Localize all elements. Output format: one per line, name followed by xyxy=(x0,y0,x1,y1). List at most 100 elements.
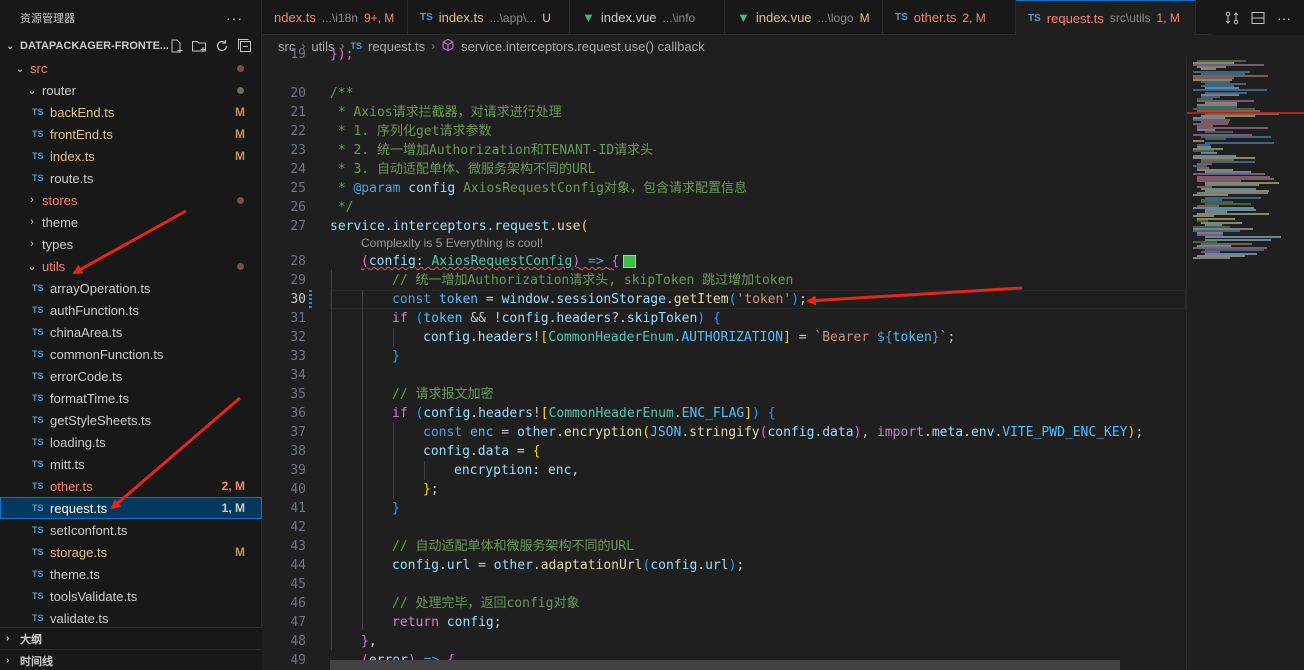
status-dot xyxy=(237,86,244,94)
refresh-icon[interactable] xyxy=(214,38,230,54)
code-line-28: (config: AxiosRequestConfig) => { xyxy=(361,252,637,271)
tree-item-label: index.ts xyxy=(50,148,95,164)
tab-index-vue[interactable]: ▼ index.vue ...\info xyxy=(570,0,725,35)
line-number: 48 xyxy=(290,634,306,649)
new-folder-icon[interactable] xyxy=(191,38,207,54)
codelens-complexity[interactable]: Complexity is 5 Everything is cool! xyxy=(361,236,543,250)
tree-item-label: commonFunction.ts xyxy=(50,346,164,362)
tree-item-label: theme xyxy=(42,214,79,230)
file-item-frontend-ts[interactable]: TS frontEnd.ts M xyxy=(0,123,262,145)
line-number: 37 xyxy=(290,425,306,440)
folder-item-router[interactable]: ⌄ router xyxy=(0,79,262,101)
status-dot xyxy=(237,262,244,270)
new-file-icon[interactable] xyxy=(168,38,184,54)
breadcrumb-symbol[interactable]: service.interceptors.request.use() callb… xyxy=(461,39,705,54)
tree-item-label: getStyleSheets.ts xyxy=(50,412,152,428)
project-header[interactable]: ⌄ DATAPACKAGER-FRONTE... xyxy=(0,35,261,57)
line-number: 30 xyxy=(290,292,306,307)
color-swatch[interactable] xyxy=(623,255,637,268)
tab-path: ...\i18n xyxy=(321,10,358,25)
file-item-backend-ts[interactable]: TS backEnd.ts M xyxy=(0,101,262,123)
file-item-formattime-ts[interactable]: TS formatTime.ts xyxy=(0,387,262,409)
file-item-request-ts[interactable]: TS request.ts 1, M xyxy=(0,497,262,519)
folder-item-stores[interactable]: › stores xyxy=(0,189,262,211)
code-line-48: }, xyxy=(361,634,377,649)
line-number: 49 xyxy=(290,653,306,668)
tree-item-label: route.ts xyxy=(50,170,94,186)
indent-guide xyxy=(424,461,425,480)
file-item-chinaarea-ts[interactable]: TS chinaArea.ts xyxy=(0,321,262,343)
line-number: 47 xyxy=(290,615,306,630)
chevron-right-icon: › xyxy=(30,194,34,206)
line-number: 42 xyxy=(290,520,306,535)
file-tree: ⌄ src ⌄ router TS backEnd.ts M TS frontEnd.ts M TS… xyxy=(0,57,262,627)
typescript-file-icon: TS xyxy=(32,569,44,579)
typescript-file-icon: TS xyxy=(32,173,44,183)
tab-ndex-ts[interactable]: ndex.ts ...\i18n 9+, M xyxy=(262,0,408,35)
timeline-section[interactable]: › 时间线 xyxy=(0,649,262,670)
ellipsis-icon[interactable]: ··· xyxy=(226,10,243,26)
horizontal-scrollbar[interactable] xyxy=(330,660,1120,670)
more-actions-icon[interactable]: ··· xyxy=(1276,10,1292,26)
tab-index-ts[interactable]: TS index.ts ...\app\... U xyxy=(408,0,570,35)
chevron-right-icon: › xyxy=(431,39,436,53)
tab-request-ts[interactable]: TS request.ts src\utils 1, M xyxy=(1016,0,1196,35)
collapse-all-icon[interactable] xyxy=(237,38,253,54)
line-number: 23 xyxy=(290,143,306,158)
outline-section[interactable]: › 大纲 xyxy=(0,627,262,649)
file-item-mitt-ts[interactable]: TS mitt.ts xyxy=(0,453,262,475)
code-line-25: * @param config AxiosRequestConfig对象，包含请… xyxy=(330,181,747,196)
code-line-31: if (token && !config.headers?.skipToken)… xyxy=(392,311,721,326)
source-control-compare-icon[interactable] xyxy=(1224,10,1240,26)
tab-path: src\utils xyxy=(1109,11,1151,25)
line-number: 19 xyxy=(290,47,306,62)
tab-status: 1, M xyxy=(1156,11,1180,25)
typescript-file-icon: TS xyxy=(32,481,44,491)
line-number: 36 xyxy=(290,406,306,421)
tab-index-vue[interactable]: ▼ index.vue ...\logo M xyxy=(725,0,883,35)
typescript-file-icon: TS xyxy=(32,591,44,601)
code-line-30: const token = window.sessionStorage.getI… xyxy=(392,292,807,307)
file-item-commonfunction-ts[interactable]: TS commonFunction.ts xyxy=(0,343,262,365)
indent-guide xyxy=(362,290,363,630)
file-item-other-ts[interactable]: TS other.ts 2, M xyxy=(0,475,262,497)
vue-file-icon: ▼ xyxy=(582,10,595,25)
typescript-file-icon: TS xyxy=(32,371,44,381)
tree-item-label: formatTime.ts xyxy=(50,390,129,406)
code-line-22: * 1. 序列化get请求参数 xyxy=(330,124,492,139)
file-item-getstylesheets-ts[interactable]: TS getStyleSheets.ts xyxy=(0,409,262,431)
file-item-storage-ts[interactable]: TS storage.ts M xyxy=(0,541,262,563)
file-item-arrayoperation-ts[interactable]: TS arrayOperation.ts xyxy=(0,277,262,299)
typescript-file-icon: TS xyxy=(32,415,44,425)
typescript-file-icon: TS xyxy=(32,547,44,557)
folder-item-types[interactable]: › types xyxy=(0,233,262,255)
file-item-errorcode-ts[interactable]: TS errorCode.ts xyxy=(0,365,262,387)
code-line-37: const enc = other.encryption(JSON.string… xyxy=(423,425,1144,440)
file-item-route-ts[interactable]: TS route.ts xyxy=(0,167,262,189)
project-name: DATAPACKAGER-FRONTE... xyxy=(20,40,168,52)
typescript-file-icon: TS xyxy=(32,503,44,513)
split-editor-icon[interactable] xyxy=(1250,10,1266,26)
tree-item-label: theme.ts xyxy=(50,566,100,582)
file-item-toolsvalidate-ts[interactable]: TS toolsValidate.ts xyxy=(0,585,262,607)
file-item-theme-ts[interactable]: TS theme.ts xyxy=(0,563,262,585)
minimap[interactable] xyxy=(1186,57,1304,670)
tab-other-ts[interactable]: TS other.ts 2, M xyxy=(883,0,1016,35)
tab-path: ...\app\... xyxy=(489,10,537,25)
file-item-validate-ts[interactable]: TS validate.ts xyxy=(0,607,262,627)
indent-guide xyxy=(393,423,394,499)
tree-item-label: toolsValidate.ts xyxy=(50,588,138,604)
breadcrumb-file[interactable]: request.ts xyxy=(368,39,425,54)
folder-item-theme[interactable]: › theme xyxy=(0,211,262,233)
tree-item-label: utils xyxy=(42,258,66,274)
folder-item-src[interactable]: ⌄ src xyxy=(0,57,262,79)
typescript-file-icon: TS xyxy=(32,437,44,447)
file-item-seticonfont-ts[interactable]: TS setIconfont.ts xyxy=(0,519,262,541)
folder-item-utils[interactable]: ⌄ utils xyxy=(0,255,262,277)
file-item-index-ts[interactable]: TS index.ts M xyxy=(0,145,262,167)
file-item-loading-ts[interactable]: TS loading.ts xyxy=(0,431,262,453)
line-number: 41 xyxy=(290,501,306,516)
minimap-line xyxy=(1205,183,1259,186)
file-item-authfunction-ts[interactable]: TS authFunction.ts xyxy=(0,299,262,321)
tree-item-label: errorCode.ts xyxy=(50,368,123,384)
